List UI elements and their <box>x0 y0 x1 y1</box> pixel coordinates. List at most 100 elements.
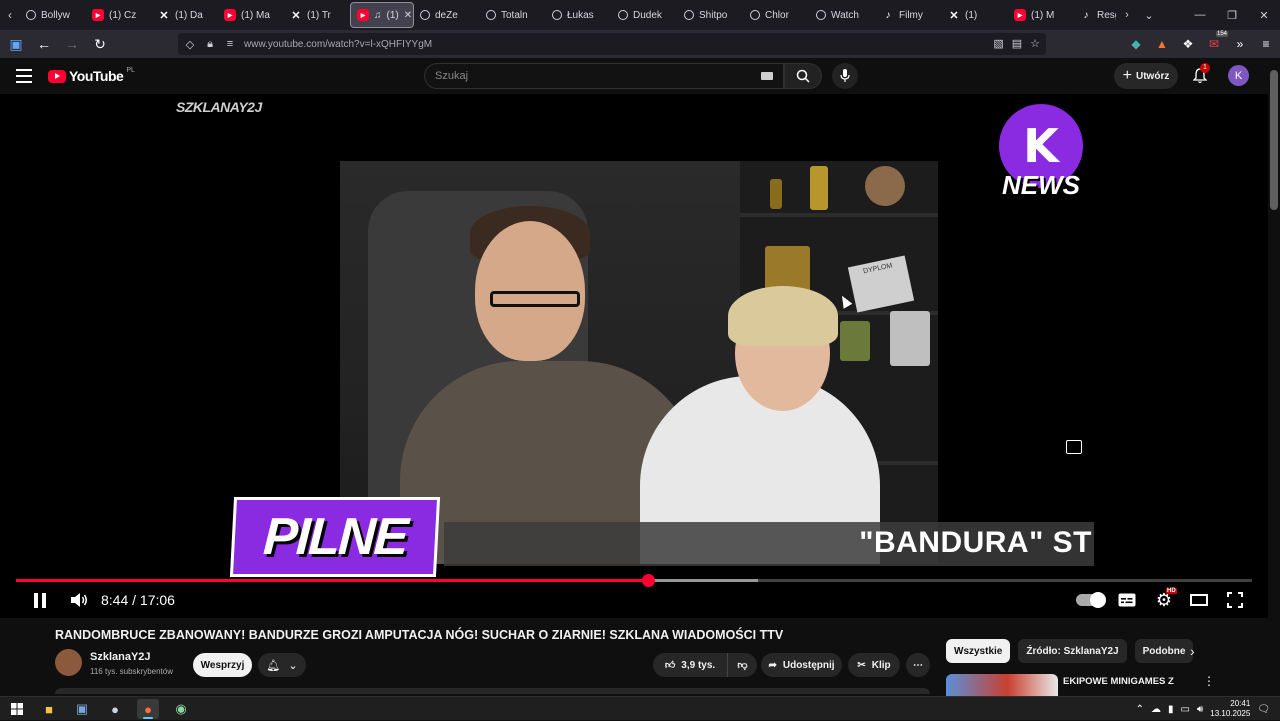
channel-name[interactable]: SzklanaY2J <box>90 651 151 663</box>
browser-tab[interactable]: deZe <box>414 2 480 28</box>
forward-button[interactable]: → <box>60 32 84 56</box>
recommended-menu-icon[interactable]: ⋮ <box>1203 674 1215 688</box>
mail-extension-icon[interactable]: ✉ 154 <box>1204 31 1228 55</box>
account-avatar[interactable]: K <box>1228 65 1249 86</box>
browser-tab[interactable]: ♪ Filmy <box>876 2 942 28</box>
browser-tab[interactable]: ✕ (1) Da <box>152 2 218 28</box>
notification-center-icon[interactable]: 🗨︎ <box>1257 704 1270 715</box>
guide-menu-icon[interactable] <box>16 69 32 83</box>
channel-avatar[interactable] <box>55 649 82 676</box>
firefox-icon[interactable]: ● <box>137 699 159 719</box>
tab-audio-icon[interactable]: ♫ <box>374 10 382 21</box>
description-box[interactable] <box>55 688 930 694</box>
keyboard-icon[interactable] <box>761 72 773 80</box>
more-actions-button[interactable]: ⋯ <box>906 653 930 677</box>
voice-search-button[interactable] <box>832 63 858 89</box>
chip-related[interactable]: Podobne <box>1134 639 1194 663</box>
clip-button[interactable]: ✂ Klip <box>848 653 900 677</box>
browser-tab[interactable]: ▶ ♫ (1) ✕ <box>350 2 414 28</box>
settings-button[interactable]: ⚙︎ HD <box>1152 586 1177 614</box>
page-scrollbar[interactable] <box>1268 58 1280 696</box>
search-button[interactable] <box>784 63 822 89</box>
x-favicon-icon: ✕ <box>291 9 301 22</box>
chips-next-icon[interactable]: › <box>1190 643 1195 659</box>
create-button[interactable]: + Utwórz <box>1114 63 1178 89</box>
cloud-icon[interactable]: ☁ <box>1151 704 1161 715</box>
clock[interactable]: 20:41 13.10.2025 <box>1210 699 1250 719</box>
lock-icon[interactable]: 🔒︎ <box>204 38 216 51</box>
minimize-icon[interactable]: — <box>1184 0 1216 30</box>
extensions-puzzle-icon[interactable]: ❖ <box>1178 33 1198 55</box>
app-menu-icon[interactable]: ≡ <box>1256 33 1276 55</box>
browser-tab[interactable]: Totaln <box>480 2 546 28</box>
pinned-app-icon[interactable]: ◉ <box>170 699 192 719</box>
browser-tab[interactable]: Chlor <box>744 2 810 28</box>
subtitles-button[interactable] <box>1116 586 1138 614</box>
chip-all[interactable]: Wszystkie <box>946 639 1011 663</box>
restore-icon[interactable]: ❐ <box>1216 0 1248 30</box>
steam-icon[interactable]: ● <box>104 699 126 719</box>
permissions-icon[interactable]: ≡ <box>224 38 236 50</box>
reload-button[interactable]: ↻ <box>88 32 112 56</box>
dislike-button[interactable]: 👎︎ <box>727 653 757 677</box>
monitor-icon[interactable]: ▭ <box>1180 704 1189 715</box>
tracking-shield-icon[interactable]: ◇ <box>184 38 196 51</box>
subscription-bell-button[interactable]: 🔔︎ ⌄ <box>258 653 306 677</box>
notifications-button[interactable]: 1 <box>1190 63 1210 86</box>
youtube-favicon-icon: ▶ <box>1014 9 1026 21</box>
sidebar-toggle-icon[interactable]: ▣ <box>4 32 28 56</box>
address-bar[interactable]: ◇ 🔒︎ ≡ www.youtube.com/watch?v=l-xQHFIYY… <box>178 33 1046 55</box>
recommended-thumbnail[interactable] <box>946 674 1058 696</box>
picture-in-picture-icon[interactable]: ▧ <box>993 37 1003 50</box>
reader-view-icon[interactable]: ▤ <box>1012 37 1022 50</box>
list-all-tabs-icon[interactable]: ⌄ <box>1138 0 1160 30</box>
browser-tab[interactable]: ✕ (1) Tr <box>284 2 350 28</box>
browser-tab[interactable]: Shitpo <box>678 2 744 28</box>
file-explorer-icon[interactable]: ■ <box>38 699 60 719</box>
share-button[interactable]: ➦ Udostępnij <box>761 653 842 677</box>
start-windows-icon[interactable] <box>6 699 28 719</box>
speaker-icon[interactable]: 🔊︎ <box>1197 704 1203 715</box>
recommended-title[interactable]: EKIPOWE MINIGAMES Z KARAMI <box>1063 675 1193 688</box>
usb-icon[interactable]: ▮ <box>1168 704 1174 715</box>
like-button[interactable]: 👍︎ 3,9 tys. <box>653 653 727 677</box>
browser-tab[interactable]: ▶ (1) Cz <box>86 2 152 28</box>
show-hidden-icons-icon[interactable]: ⌃ <box>1136 704 1144 715</box>
browser-tab[interactable]: ✕ (1) <box>942 2 1008 28</box>
browser-tab-label: Chlor <box>765 9 789 21</box>
monitor-app-icon[interactable]: ▣ <box>71 699 93 719</box>
browser-tab[interactable]: ▶ (1) Ma <box>218 2 284 28</box>
pause-button[interactable] <box>30 586 50 614</box>
overflow-chevron-icon[interactable]: » <box>1230 33 1250 55</box>
channel-watermark: SZKLANAY2J <box>176 99 262 115</box>
browser-tab[interactable]: Łukas <box>546 2 612 28</box>
fullscreen-button[interactable] <box>1224 586 1246 614</box>
site-favicon-icon <box>26 10 36 20</box>
chip-source[interactable]: Źródło: SzklanaY2J <box>1018 639 1127 663</box>
browser-tab[interactable]: ▶ (1) M <box>1008 2 1074 28</box>
close-tab-icon[interactable]: ✕ <box>404 10 412 21</box>
addon-extension-icon[interactable]: ▲ <box>1152 33 1172 55</box>
browser-tab[interactable]: Watch <box>810 2 876 28</box>
progress-bar[interactable] <box>16 574 1252 587</box>
youtube-favicon-icon: ▶ <box>224 9 236 21</box>
browser-tab[interactable]: Bollyw <box>20 2 86 28</box>
support-button[interactable]: Wesprzyj <box>193 653 252 677</box>
bookmark-star-icon[interactable]: ☆ <box>1030 37 1040 50</box>
miniplayer-icon[interactable] <box>1066 440 1082 454</box>
back-button[interactable]: ← <box>32 32 56 56</box>
tab-scroll-right-icon[interactable]: › <box>1116 0 1138 30</box>
youtube-logo[interactable]: YouTube PL <box>48 67 135 84</box>
browser-tab[interactable]: ♪ Resga <box>1074 2 1117 28</box>
url-text[interactable]: www.youtube.com/watch?v=l-xQHFIYYgM <box>244 39 432 50</box>
close-window-icon[interactable]: ✕ <box>1248 0 1280 30</box>
tab-scroll-left-icon[interactable]: ‹ <box>0 0 20 30</box>
video-player[interactable]: SZKLANAY2J DYPLOM K NEWS "BANDURA" ST PI… <box>0 94 1268 618</box>
theater-mode-button[interactable] <box>1188 586 1210 614</box>
search-input[interactable]: Szukaj <box>424 63 784 89</box>
browser-tab[interactable]: Dudek <box>612 2 678 28</box>
vpn-extension-icon[interactable]: ◆ <box>1126 33 1146 55</box>
scrollbar-thumb[interactable] <box>1270 70 1278 210</box>
volume-button[interactable] <box>68 586 90 614</box>
autoplay-toggle[interactable] <box>1074 586 1106 614</box>
